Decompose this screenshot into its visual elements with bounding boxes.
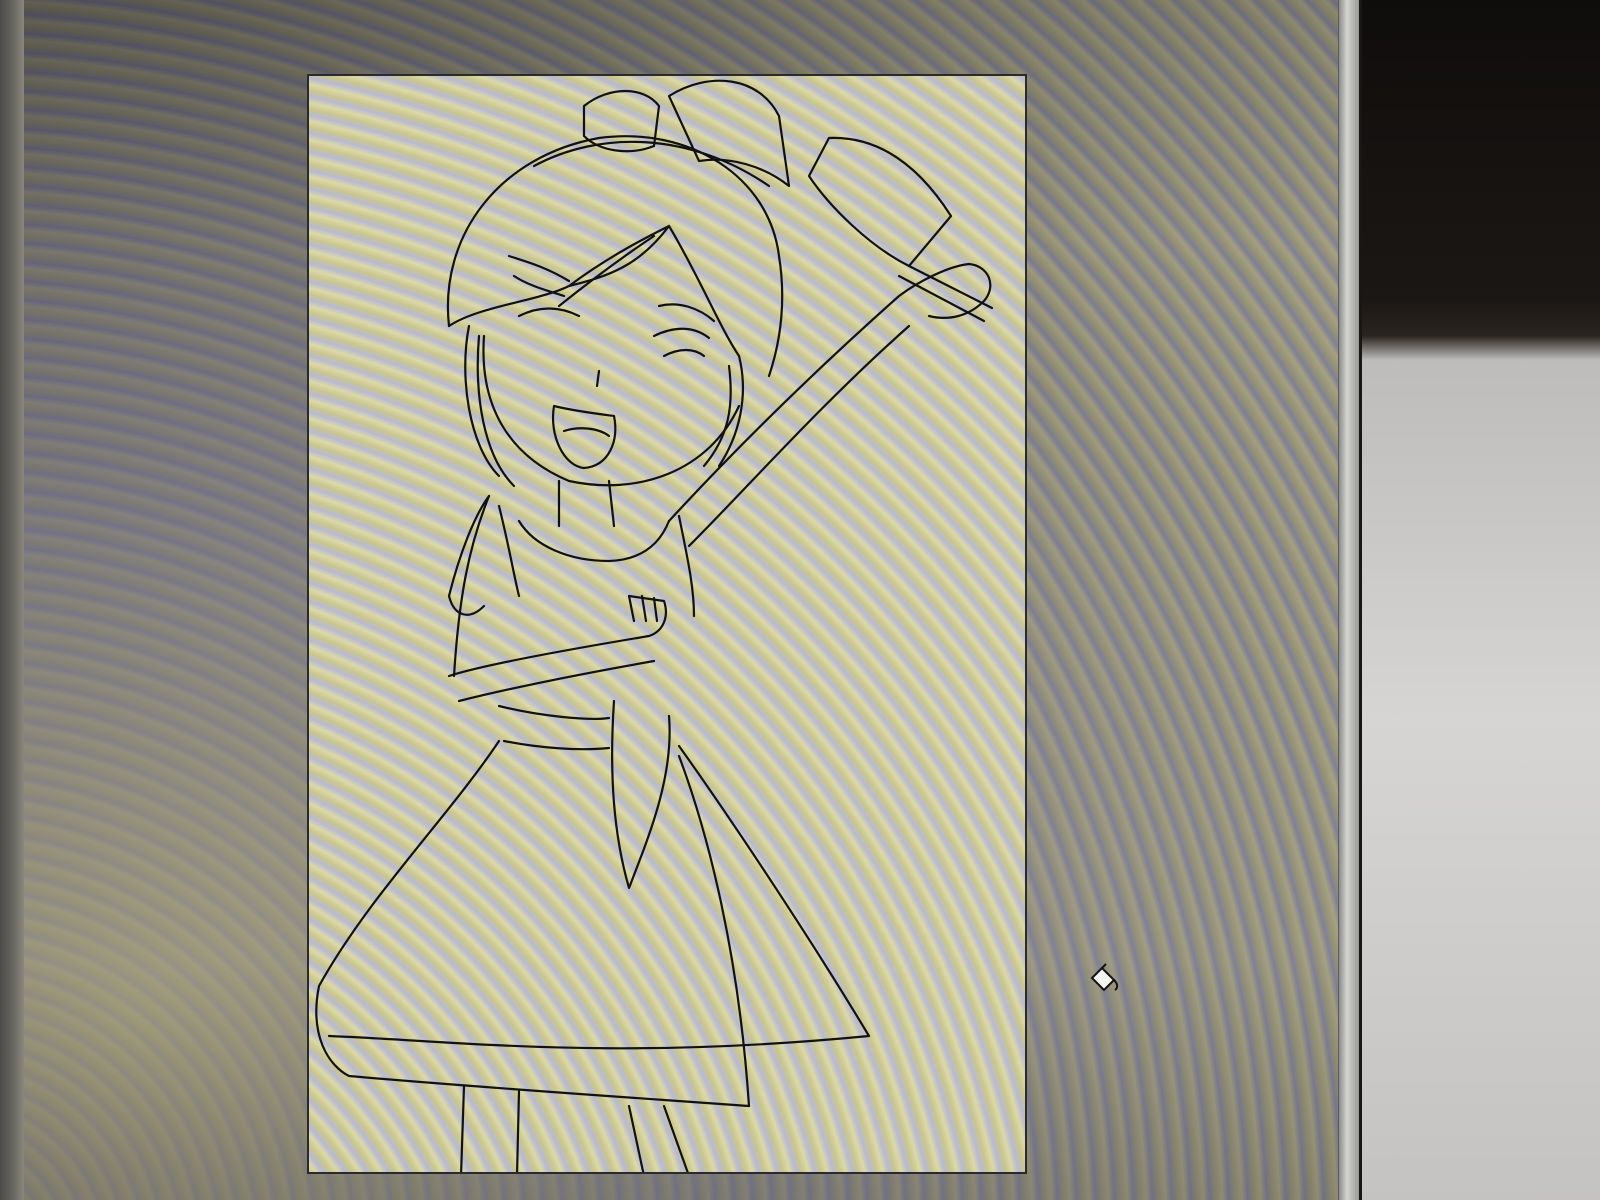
screen: line-art-drawing paint-bucket-icon: [0, 0, 1600, 1200]
hair-top-line: [532, 140, 771, 188]
leg-left: [460, 1084, 521, 1172]
dress-waistband: [497, 704, 611, 751]
line-art-drawing: [315, 79, 994, 1172]
dress-skirt: [315, 739, 871, 1108]
mouth: [551, 404, 617, 470]
raised-arm: [667, 262, 992, 548]
eye-right: [652, 303, 716, 358]
axe-handle: [897, 264, 994, 323]
dress-collar: [517, 519, 671, 563]
neck: [557, 479, 616, 528]
leg-right: [627, 1104, 689, 1172]
right-background-area: [1362, 0, 1600, 1200]
drawing-canvas[interactable]: [307, 74, 1027, 1174]
vertical-scrollbar[interactable]: [1338, 0, 1359, 1200]
face-outline: [482, 334, 741, 487]
dress-skirt-inner: [677, 754, 751, 1108]
dress-sash: [611, 699, 671, 890]
hair-bangs: [447, 224, 741, 358]
hair-side-left: [464, 324, 516, 488]
left-window-edge: [0, 0, 24, 1200]
paint-bucket-icon: [1086, 960, 1122, 996]
axe-head: [807, 136, 953, 268]
crossed-arm: [447, 594, 667, 703]
nose: [595, 369, 601, 388]
